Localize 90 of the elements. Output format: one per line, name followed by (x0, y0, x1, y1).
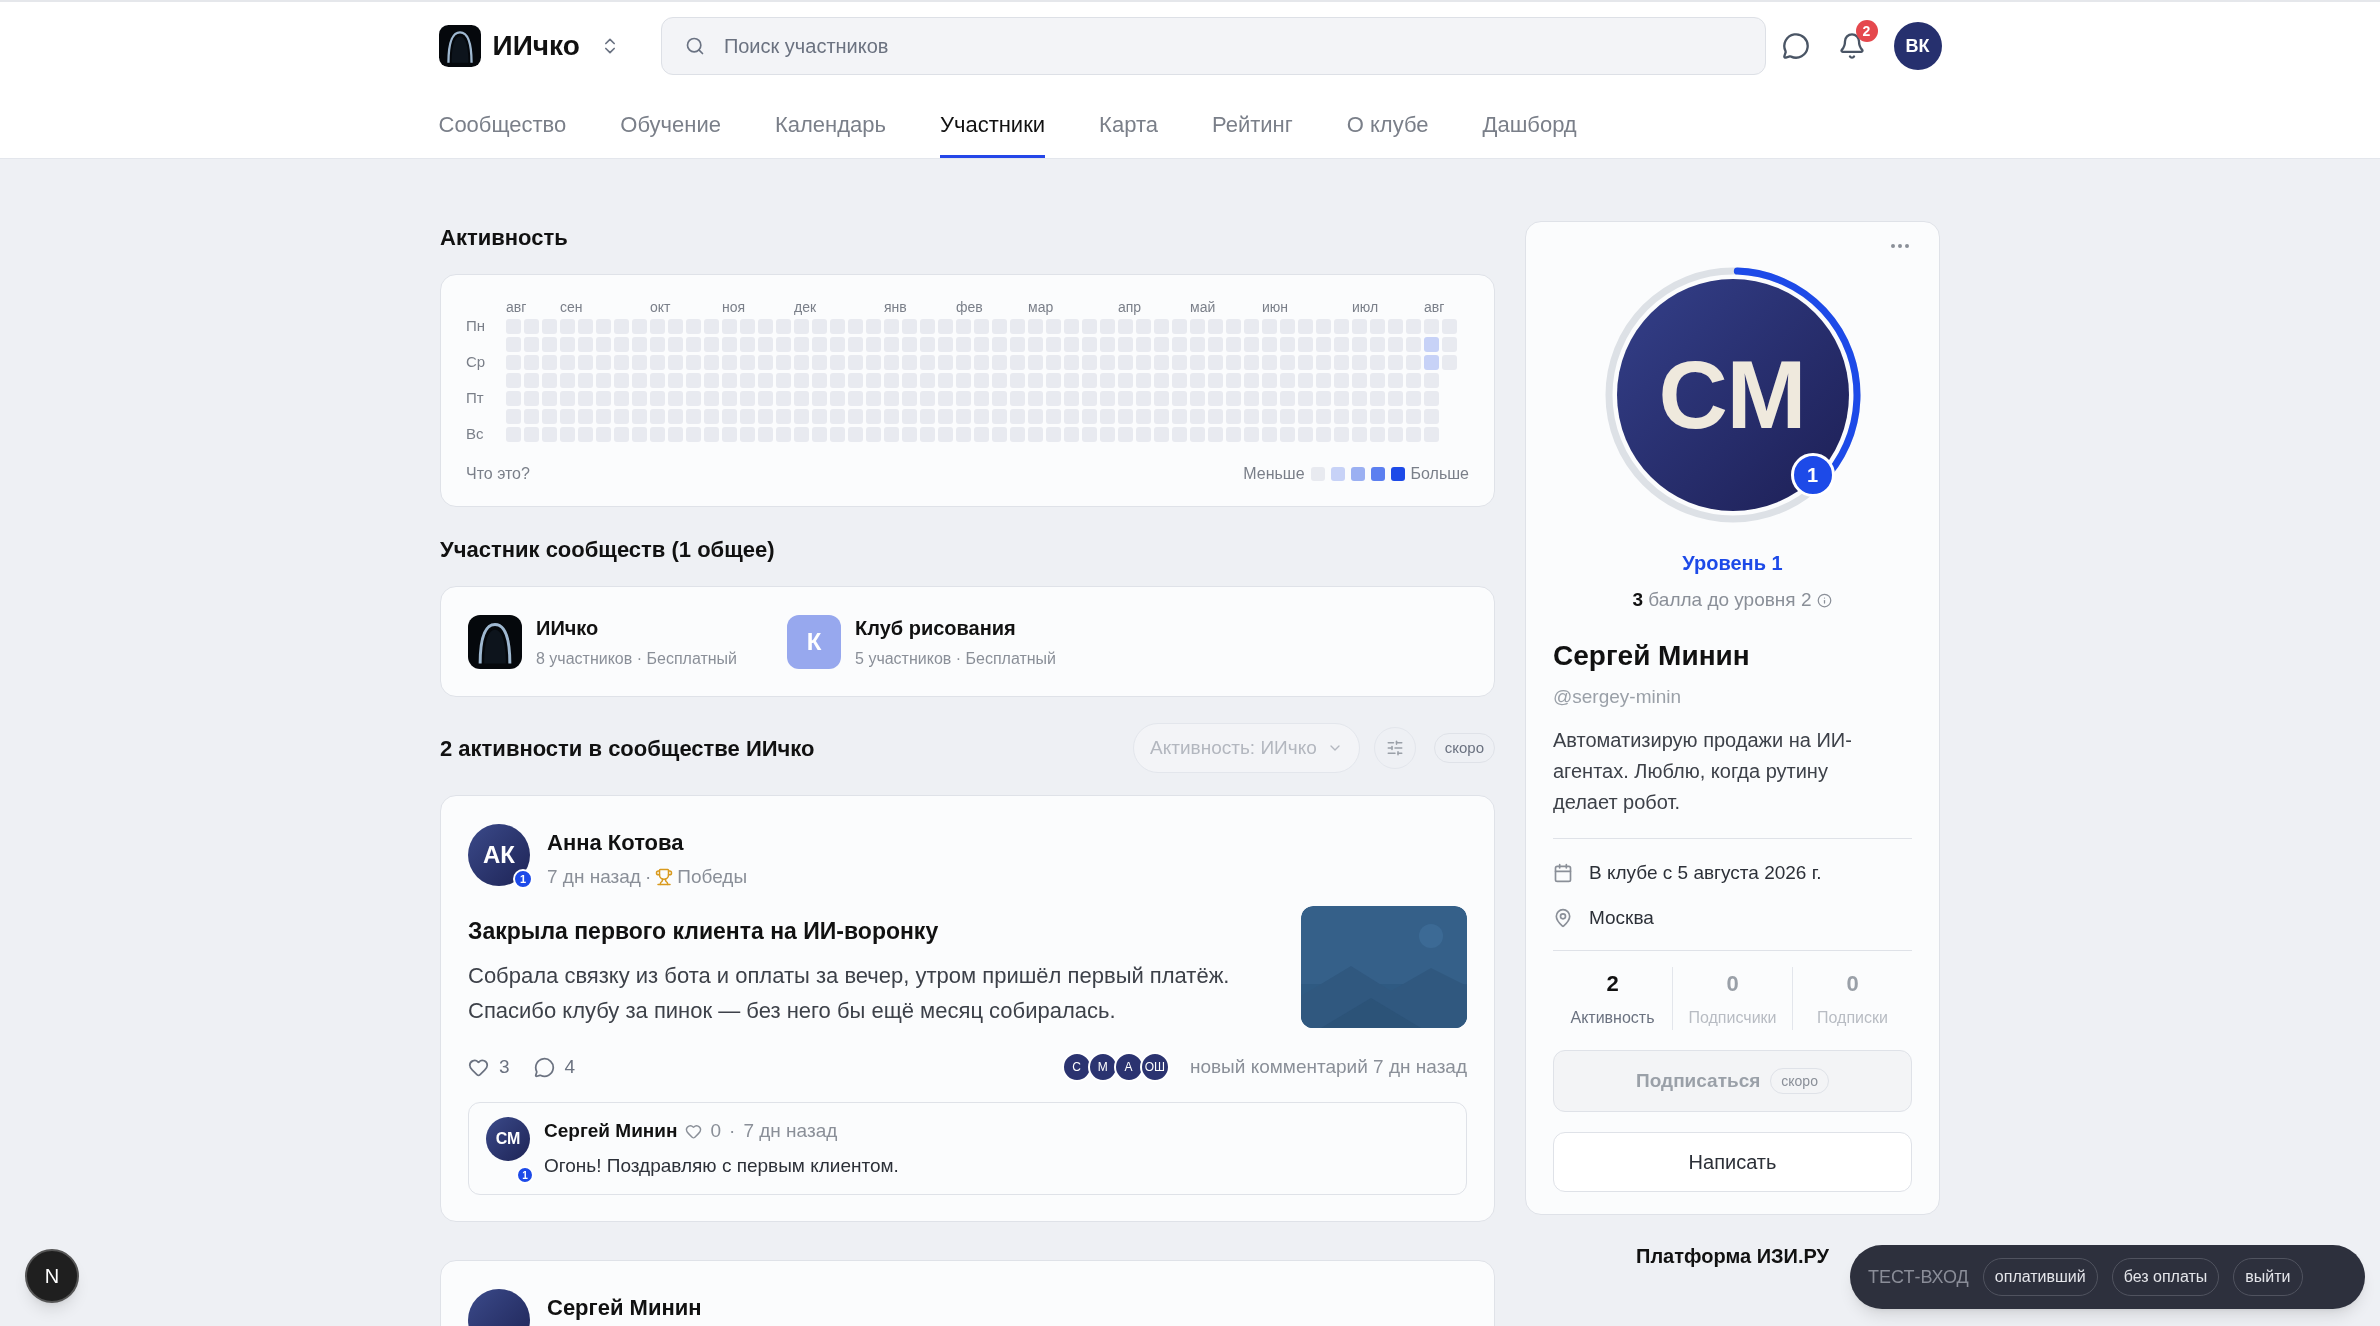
commenter-avatar[interactable]: С (1061, 1052, 1092, 1082)
separator-dot: · (729, 1119, 736, 1143)
stat-value: 2 (1606, 970, 1619, 998)
community-name[interactable]: Клуб рисования (855, 612, 1057, 643)
sliders-icon (1385, 739, 1404, 757)
message-button[interactable]: Написать (1553, 1132, 1912, 1192)
profile-handle: @sergey-minin (1553, 684, 1683, 709)
author-name[interactable]: Анна Котова (547, 826, 748, 859)
day-label: Пт (466, 388, 485, 409)
commenter-avatar[interactable]: А (1113, 1052, 1144, 1082)
section-title: Активность (440, 224, 569, 252)
month-label: фев (956, 298, 983, 317)
legend-label: Больше (1410, 464, 1469, 484)
help-link[interactable]: Что это? (466, 462, 530, 486)
level-badge: 1 (513, 869, 533, 889)
day-label: Вс (466, 424, 485, 445)
community-name[interactable]: ИИчко (536, 612, 738, 643)
club-logo-icon (468, 614, 522, 669)
like-count: 3 (499, 1054, 510, 1079)
community-avatar: К (787, 614, 842, 669)
post-body: Собрала связку из бота и оплаты за вечер, утром пришёл первый платёж. Спасибо клубу за пинок — без него бы ещё месяц собиралась. (468, 962, 1231, 1025)
month-label: сен (560, 298, 583, 317)
month-label: мар (1028, 298, 1054, 317)
month-label: июн (1262, 298, 1289, 317)
comment-icon[interactable] (533, 1056, 555, 1078)
search-field[interactable]: Поиск участников (660, 17, 1766, 75)
stat-value: 0 (1726, 970, 1739, 998)
points-to-next-level: 3 балла до уровня 2 (1632, 588, 1812, 612)
community-meta: 5 участников · Бесплатный (855, 648, 1057, 669)
stat-value: 0 (1846, 970, 1859, 998)
stat-label: Активность (1570, 1008, 1655, 1028)
comment-like-count: 0 (710, 1119, 722, 1143)
stat-label: Подписки (1817, 1008, 1888, 1028)
nav-tab[interactable]: Участники (939, 90, 1046, 158)
location: Москва (1589, 905, 1654, 930)
day-label: Ср (466, 352, 487, 373)
month-label: авг (506, 298, 527, 317)
nav-tab[interactable]: Карта (1099, 90, 1158, 158)
post-time: 7 дн назад (547, 865, 641, 889)
level-badge: 1 (516, 1166, 534, 1184)
user-avatar[interactable]: СМ (486, 1117, 530, 1161)
last-comment-time: новый комментарий 7 дн назад (1189, 1054, 1467, 1079)
profile-bio: Автоматизирую продажи на ИИ-агентах. Люблю, когда рутину делает робот. (1553, 728, 1853, 815)
chat-icon[interactable] (1781, 32, 1810, 60)
comment-text: Огонь! Поздравляю с первым клиентом. (544, 1153, 899, 1178)
month-label: ноя (722, 298, 746, 317)
post-title[interactable]: Закрыла первого клиента на ИИ-воронку (468, 913, 1271, 948)
community-meta: 8 участников · Бесплатный (536, 648, 738, 669)
test-login-label: ТЕСТ-ВХОД (1868, 1265, 1969, 1289)
month-label: янв (884, 298, 907, 317)
level-label[interactable]: Уровень 1 (1682, 548, 1783, 578)
platform-credit[interactable]: Платформа ИЗИ.РУ (1636, 1241, 1829, 1271)
section-title: 2 активности в сообществе ИИчко (440, 734, 815, 763)
day-label: Пн (466, 316, 487, 337)
nav-tab[interactable]: Дашборд (1482, 90, 1577, 158)
info-icon[interactable] (1817, 592, 1833, 608)
commenter-avatar[interactable]: ОШ (1139, 1052, 1170, 1082)
profile-name: Сергей Минин (1553, 638, 1751, 673)
stat-label: Подписчики (1688, 1008, 1777, 1028)
author-name[interactable]: Сергей Минин (547, 1291, 702, 1324)
club-logo-icon (438, 25, 481, 67)
like-icon[interactable] (685, 1122, 703, 1140)
joined-date: В клубе с 5 августа 2026 г. (1589, 861, 1822, 885)
section-title: Участник сообществ (1 общее) (440, 536, 776, 564)
nav-tab[interactable]: Сообщество (438, 90, 567, 158)
month-label: апр (1118, 298, 1142, 317)
comment-author[interactable]: Сергей Минин (544, 1117, 678, 1146)
location-icon (1553, 907, 1573, 928)
month-label: окт (650, 298, 671, 317)
nav-tab[interactable]: О клубе (1346, 90, 1429, 158)
month-label: июл (1352, 298, 1379, 317)
separator-dot: · (644, 865, 652, 889)
month-label: май (1190, 298, 1216, 317)
notification-count: 2 (1855, 20, 1878, 42)
calendar-icon (1553, 863, 1573, 884)
month-label: авг (1424, 298, 1445, 317)
trophy-icon (655, 868, 674, 887)
commenter-avatar[interactable]: М (1087, 1052, 1118, 1082)
dev-tools-button[interactable]: N (25, 1249, 79, 1303)
nav-tab[interactable]: Календарь (774, 90, 886, 158)
user-avatar[interactable]: ВК (1893, 22, 1942, 70)
comment-count: 4 (564, 1054, 576, 1079)
nav-tab[interactable]: Рейтинг (1211, 90, 1293, 158)
month-label: дек (794, 298, 817, 317)
comment-time: 7 дн назад (743, 1119, 838, 1143)
legend-label: Меньше (1243, 464, 1305, 484)
search-icon (684, 36, 705, 56)
nav-tab[interactable]: Обучение (620, 90, 721, 158)
club-name: ИИчко (492, 29, 580, 63)
post-category: Победы (677, 865, 748, 889)
